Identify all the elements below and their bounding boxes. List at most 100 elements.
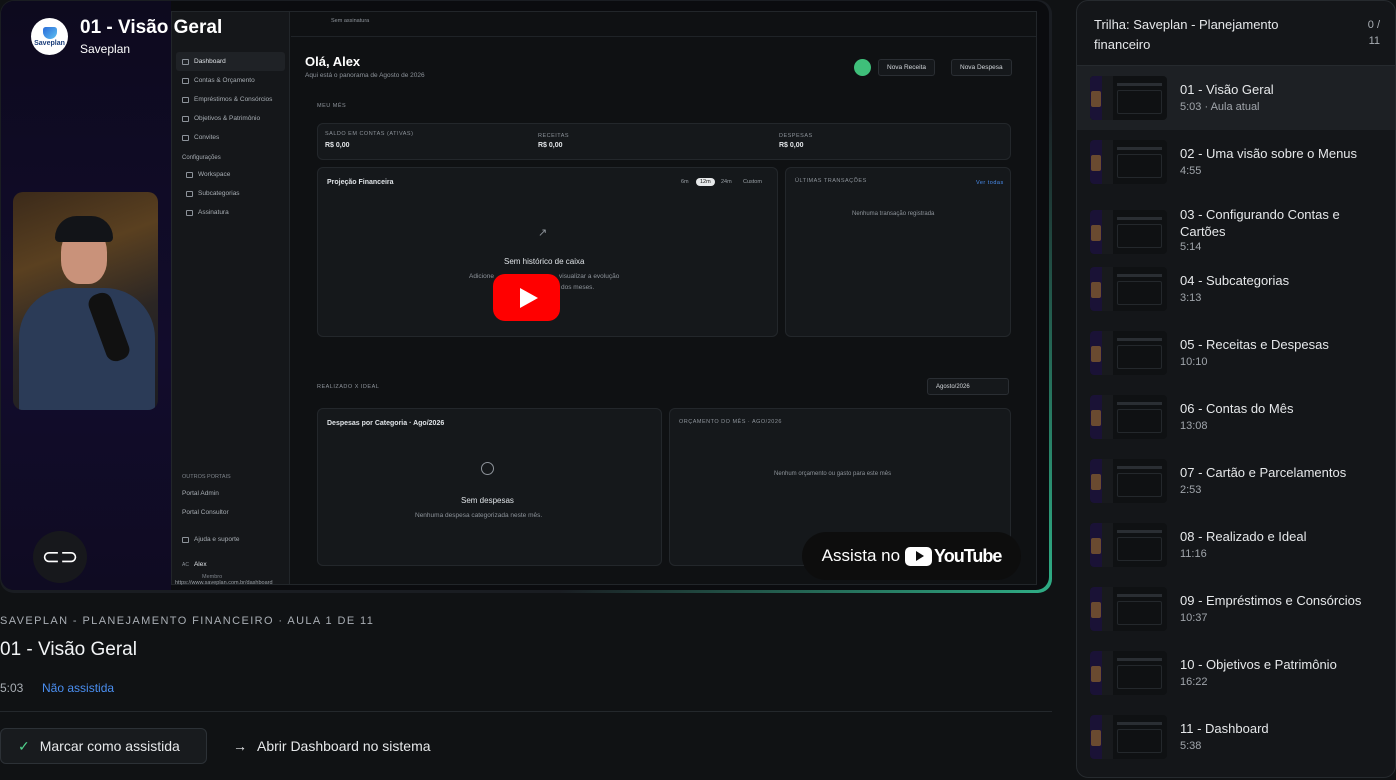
embedded-greeting-sub: Aqui está o panorama de Agosto de 2026 <box>305 72 425 79</box>
embedded-user: AC Alex <box>182 561 207 568</box>
embedded-nav-item: Contas & Orçamento <box>172 71 289 90</box>
playlist-item-title: 11 - Dashboard <box>1180 721 1269 736</box>
embedded-main: Sem assinatura Olá, Alex Aqui está o pan… <box>291 12 1036 584</box>
video-player[interactable]: Saveplan 01 - Visão Geral Saveplan Dashb… <box>1 1 1049 590</box>
embedded-sidebar: Dashboard Contas & Orçamento Empréstimos… <box>172 12 290 586</box>
playlist-item-meta: 11:16 <box>1180 548 1207 560</box>
play-icon <box>519 287 538 308</box>
lesson-thumbnail <box>1090 76 1167 120</box>
watch-on-label: Assista no <box>821 546 901 565</box>
status-check-icon <box>854 59 871 76</box>
playlist-item[interactable]: 01 - Visão Geral 5:03 · Aula atual <box>1077 66 1395 130</box>
playlist-item-meta: 13:08 <box>1180 420 1208 432</box>
embedded-nav-item: Ajuda e suporte <box>172 530 289 549</box>
lesson-thumbnail <box>1090 715 1167 759</box>
lesson-thumbnail <box>1090 395 1167 439</box>
embedded-new-income-button: Nova Receita <box>878 59 936 76</box>
playlist-item-title: 08 - Realizado e Ideal <box>1180 529 1307 544</box>
embedded-nav-item: Portal Admin <box>182 490 219 497</box>
lesson-thumbnail <box>1090 331 1167 375</box>
embedded-nav-item: Subcategorias <box>172 184 289 203</box>
playlist-item[interactable]: 09 - Empréstimos e Consórcios 10:37 <box>1077 577 1395 641</box>
playlist-title: Trilha: Saveplan - Planejamento financei… <box>1094 17 1279 52</box>
lesson-thumbnail <box>1090 267 1167 311</box>
embedded-config-label: Configurações <box>182 155 221 161</box>
embedded-topbar: Sem assinatura <box>291 12 1036 37</box>
playlist-panel: Trilha: Saveplan - Planejamento financei… <box>1076 0 1396 778</box>
playlist-item[interactable]: 02 - Uma visão sobre o Menus 4:55 <box>1077 130 1395 194</box>
embedded-nav-item: Empréstimos & Consórcios <box>172 90 289 109</box>
lesson-thumbnail <box>1090 459 1167 503</box>
playlist-item[interactable]: 05 - Receitas e Despesas 10:10 <box>1077 321 1395 385</box>
playlist-item[interactable]: 10 - Objetivos e Patrimônio 16:22 <box>1077 641 1395 705</box>
video-header: Saveplan 01 - Visão Geral Saveplan <box>31 17 222 56</box>
lesson-duration: 5:03 <box>0 681 24 695</box>
youtube-play-icon <box>905 546 933 566</box>
mark-watched-button[interactable]: ✓ Marcar como assistida <box>0 728 207 764</box>
lesson-thumbnail <box>1090 523 1167 567</box>
divider <box>0 711 1052 712</box>
lesson-thumbnail <box>1090 651 1167 695</box>
playlist-item-title: 04 - Subcategorias <box>1180 273 1290 288</box>
embedded-transactions-card: ÚLTIMAS TRANSAÇÕES Ver todas Nenhuma tra… <box>785 167 1011 337</box>
play-button[interactable] <box>493 274 560 321</box>
channel-avatar[interactable]: Saveplan <box>31 18 68 55</box>
embedded-section-label: MEU MÊS <box>317 103 347 109</box>
lesson-page: Saveplan 01 - Visão Geral Saveplan Dashb… <box>0 0 1396 780</box>
embedded-status: Sem assinatura <box>331 18 370 24</box>
embedded-greeting: Olá, Alex <box>305 54 361 69</box>
playlist-header: Trilha: Saveplan - Planejamento financei… <box>1077 1 1395 66</box>
embedded-section-label: REALIZADO X IDEAL <box>317 384 380 390</box>
video-title[interactable]: 01 - Visão Geral <box>80 17 222 39</box>
playlist-item-meta: 4:55 <box>1180 165 1202 177</box>
channel-logo-text: Saveplan <box>34 39 65 47</box>
playlist-item-meta: 5:03 · Aula atual <box>1180 101 1260 113</box>
embedded-new-expense-button: Nova Despesa <box>951 59 1012 76</box>
presenter-webcam <box>13 192 158 410</box>
watch-on-youtube-button[interactable]: Assista no YouTube <box>802 532 1021 580</box>
playlist-progress: 0 / 11 <box>1367 19 1380 47</box>
playlist-item-title: 10 - Objetivos e Patrimônio <box>1180 657 1337 672</box>
embedded-month-select: Agosto/2026 <box>927 378 1009 395</box>
embedded-portals-label: OUTROS PORTAIS <box>182 474 231 480</box>
open-dashboard-label: Abrir Dashboard no sistema <box>257 738 431 754</box>
lesson-thumbnail <box>1090 140 1167 184</box>
embedded-nav-item: Convites <box>172 128 289 147</box>
video-frame: Saveplan 01 - Visão Geral Saveplan Dashb… <box>0 0 1052 593</box>
playlist-item-title: 09 - Empréstimos e Consórcios <box>1180 593 1362 608</box>
playlist-item-title: 06 - Contas do Mês <box>1180 401 1294 416</box>
playlist-item-title: 03 - Configurando Contas e Cartões <box>1180 207 1340 239</box>
playlist-item-meta: 10:10 <box>1180 356 1208 368</box>
playlist-item-meta: 16:22 <box>1180 676 1208 688</box>
link-icon: ⊂⊃ <box>41 544 79 569</box>
playlist-item-meta: 5:38 <box>1180 740 1202 752</box>
copy-link-button[interactable]: ⊂⊃ <box>33 531 87 583</box>
playlist-item[interactable]: 08 - Realizado e Ideal 11:16 <box>1077 513 1395 577</box>
mark-watched-label: Marcar como assistida <box>39 738 180 754</box>
playlist-item[interactable]: 11 - Dashboard 5:38 <box>1077 705 1395 769</box>
lesson-thumbnail <box>1090 210 1167 254</box>
video-channel[interactable]: Saveplan <box>80 42 222 56</box>
playlist-item-title: 01 - Visão Geral <box>1180 82 1274 97</box>
embedded-nav-item: Objetivos & Patrimônio <box>172 109 289 128</box>
arrow-right-icon: → <box>233 738 247 754</box>
lesson-thumbnail <box>1090 587 1167 631</box>
course-breadcrumb: SAVEPLAN - PLANEJAMENTO FINANCEIRO · AUL… <box>0 615 375 627</box>
playlist-item[interactable]: 04 - Subcategorias 3:13 <box>1077 257 1395 321</box>
embedded-nav-item: Workspace <box>172 165 289 184</box>
playlist-item-title: 05 - Receitas e Despesas <box>1180 337 1329 352</box>
embedded-nav-item: Portal Consultor <box>182 509 229 516</box>
pie-chart-icon <box>481 462 494 475</box>
check-icon: ✓ <box>18 737 30 754</box>
playlist-item-title: 07 - Cartão e Parcelamentos <box>1180 465 1347 480</box>
playlist-item-meta: 10:37 <box>1180 612 1208 624</box>
open-dashboard-link[interactable]: → Abrir Dashboard no sistema <box>233 728 431 764</box>
playlist-item[interactable]: 07 - Cartão e Parcelamentos 2:53 <box>1077 449 1395 513</box>
embedded-summary: SALDO EM CONTAS (ATIVAS) R$ 0,00 RECEITA… <box>317 123 1011 160</box>
playlist-item-title: 02 - Uma visão sobre o Menus <box>1180 146 1358 161</box>
lesson-status: Não assistida <box>42 681 115 695</box>
saveplan-logo-icon <box>42 26 57 39</box>
embedded-app-screenshot: Dashboard Contas & Orçamento Empréstimos… <box>171 11 1037 586</box>
playlist-item-meta: 3:13 <box>1180 292 1202 304</box>
playlist-item[interactable]: 06 - Contas do Mês 13:08 <box>1077 385 1395 449</box>
